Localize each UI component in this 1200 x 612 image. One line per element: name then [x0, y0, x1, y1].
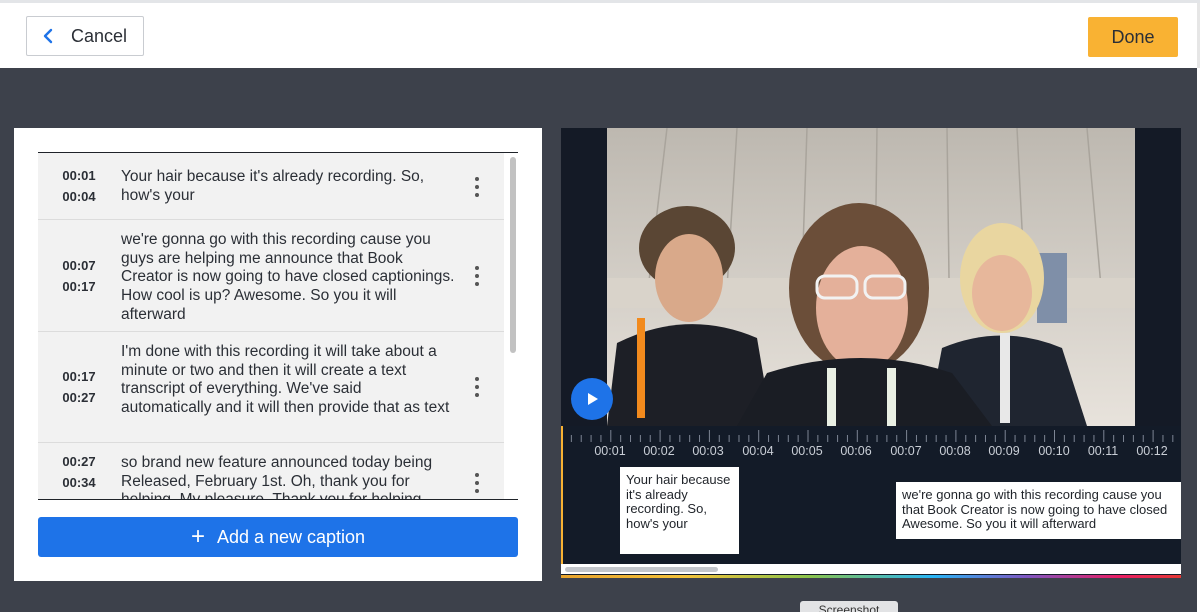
tick-label: 00:11	[1087, 444, 1119, 458]
cancel-button[interactable]: Cancel	[26, 16, 144, 56]
tooltip: Screenshot	[800, 601, 898, 612]
caption-end-time: 00:04	[62, 189, 96, 204]
tick-label: 00:06	[840, 444, 872, 458]
tick-label: 00:07	[890, 444, 922, 458]
caption-row[interactable]: 00:17 00:27 I'm done with this recording…	[38, 332, 504, 443]
timeline-scrollbar[interactable]	[561, 564, 1181, 574]
caption-times: 00:01 00:04	[38, 153, 120, 219]
caption-row[interactable]: 00:07 00:17 we're gonna go with this rec…	[38, 220, 504, 332]
tick-label: 00:04	[742, 444, 774, 458]
caption-text[interactable]: Your hair because it's already recording…	[121, 168, 456, 205]
video-player	[561, 128, 1181, 426]
play-icon	[588, 393, 598, 405]
caption-start-time: 00:27	[62, 454, 96, 469]
more-options-icon[interactable]	[470, 473, 484, 493]
chevron-left-icon	[43, 28, 59, 44]
tick-label: 00:08	[939, 444, 971, 458]
timeline-caption-block[interactable]: Your hair because it's already recording…	[620, 467, 739, 554]
tick-label: 00:05	[791, 444, 823, 458]
caption-row[interactable]: 00:01 00:04 Your hair because it's alrea…	[38, 153, 504, 220]
scrollbar-thumb[interactable]	[565, 567, 718, 572]
tick-label: 00:12	[1136, 444, 1168, 458]
top-bar: Cancel Done	[0, 0, 1200, 71]
caption-times: 00:07 00:17	[38, 220, 120, 331]
tick-label: 00:09	[988, 444, 1020, 458]
video-frame[interactable]	[607, 128, 1135, 426]
scrollbar-thumb[interactable]	[510, 157, 516, 353]
tick-label: 00:10	[1038, 444, 1070, 458]
caption-text[interactable]: I'm done with this recording it will tak…	[121, 343, 456, 418]
caption-list: 00:01 00:04 Your hair because it's alrea…	[38, 152, 518, 500]
caption-panel: 00:01 00:04 Your hair because it's alrea…	[14, 128, 542, 581]
caption-end-time: 00:17	[62, 278, 96, 294]
tick-label: 00:01	[594, 444, 626, 458]
more-options-icon[interactable]	[470, 266, 484, 286]
caption-list-scrollbar[interactable]	[508, 153, 518, 499]
done-button[interactable]: Done	[1088, 17, 1178, 57]
timeline-progress-strip	[561, 575, 1181, 578]
cancel-label: Cancel	[71, 25, 128, 46]
more-options-icon[interactable]	[470, 377, 484, 397]
caption-times: 00:27 00:34	[38, 443, 120, 499]
play-button[interactable]	[571, 378, 613, 420]
more-options-icon[interactable]	[470, 177, 484, 197]
caption-start-time: 00:07	[62, 257, 96, 273]
timeline-caption-block[interactable]: we're gonna go with this recording cause…	[896, 482, 1181, 539]
plus-icon: +	[190, 523, 205, 550]
caption-text[interactable]: so brand new feature announced today bei…	[121, 454, 456, 499]
caption-times: 00:17 00:27	[38, 332, 120, 442]
playhead[interactable]	[561, 426, 563, 566]
tick-label: 00:03	[692, 444, 724, 458]
caption-row[interactable]: 00:27 00:34 so brand new feature announc…	[38, 443, 504, 499]
caption-end-time: 00:34	[62, 475, 96, 490]
caption-start-time: 00:17	[62, 369, 96, 384]
add-caption-label: Add a new caption	[216, 526, 366, 547]
caption-text[interactable]: we're gonna go with this recording cause…	[121, 231, 456, 325]
caption-timeline[interactable]: 00:01 00:02 00:03 00:04 00:05 00:06 00:0…	[561, 426, 1181, 578]
caption-end-time: 00:27	[62, 390, 96, 405]
add-caption-button[interactable]: + Add a new caption	[38, 517, 518, 557]
caption-start-time: 00:01	[62, 168, 96, 183]
tick-label: 00:02	[643, 444, 675, 458]
timeline-ruler	[561, 430, 1174, 442]
